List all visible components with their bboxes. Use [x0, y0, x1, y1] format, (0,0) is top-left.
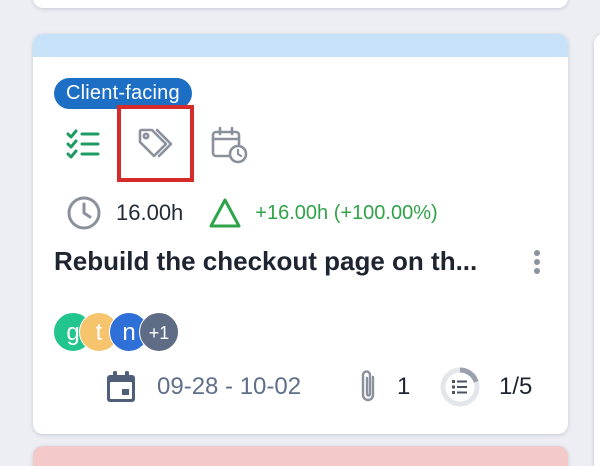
clock-icon — [67, 196, 101, 230]
checklist-progress-count: 1/5 — [499, 373, 533, 400]
task-card[interactable]: Client-facing 16.00h +16.00h (+100.00%) … — [33, 34, 568, 434]
card-color-bar — [33, 34, 568, 57]
previous-card[interactable] — [33, 0, 568, 8]
due-date-button[interactable] — [208, 124, 250, 166]
time-tracking-row: 16.00h +16.00h (+100.00%) — [66, 194, 438, 232]
due-date-range[interactable]: 09-28 - 10-02 — [157, 367, 301, 407]
tags-icon — [138, 128, 173, 158]
task-title[interactable]: Rebuild the checkout page on th... — [54, 246, 514, 277]
next-column-card[interactable] — [594, 34, 600, 466]
triangle-up-icon — [209, 198, 241, 228]
checklist-button[interactable] — [63, 126, 103, 162]
time-delta: +16.00h (+100.00%) — [255, 201, 438, 224]
logged-time: 16.00h — [116, 200, 184, 225]
more-options-icon[interactable] — [527, 246, 547, 278]
avatar-overflow-count[interactable]: +1 — [139, 312, 179, 352]
checklist-progress-icon — [439, 367, 481, 407]
calendar-clock-icon — [211, 126, 248, 164]
attachment-count: 1 — [397, 373, 411, 400]
card-footer: 09-28 - 10-02 1 1/5 — [33, 367, 568, 407]
checklist-icon — [66, 129, 100, 159]
tags-button[interactable] — [134, 124, 178, 164]
paperclip-icon — [355, 367, 381, 407]
calendar-icon — [105, 367, 137, 407]
tag-client-facing[interactable]: Client-facing — [54, 78, 192, 109]
next-card[interactable] — [33, 446, 568, 466]
